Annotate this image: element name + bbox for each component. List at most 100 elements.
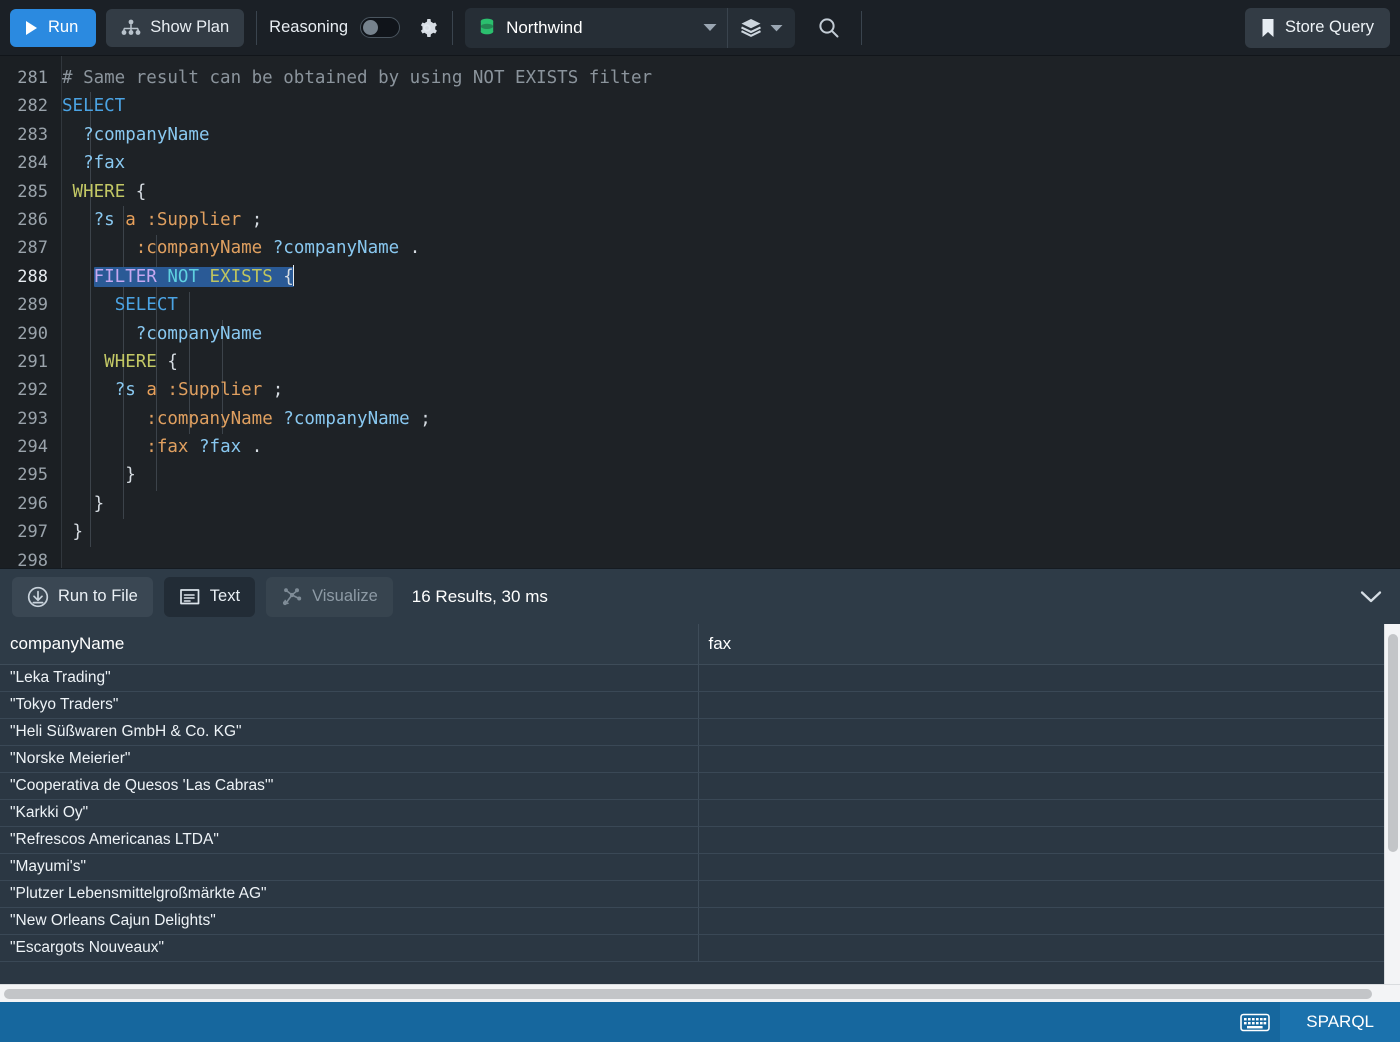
code-token: NOT bbox=[167, 266, 199, 287]
results-horizontal-scrollbar[interactable] bbox=[0, 984, 1400, 1002]
code-token: FILTER bbox=[93, 266, 157, 287]
code-area[interactable]: # Same result can be obtained by using N… bbox=[62, 56, 1400, 568]
table-cell[interactable] bbox=[698, 772, 1387, 800]
table-cell[interactable] bbox=[698, 718, 1387, 746]
text-view-tab[interactable]: Text bbox=[163, 576, 256, 617]
table-cell[interactable]: "Heli Süßwaren GmbH & Co. KG" bbox=[0, 718, 699, 746]
code-token: { bbox=[125, 181, 147, 202]
code-line[interactable]: :fax ?fax . bbox=[62, 433, 1400, 461]
results-horizontal-scrollbar-thumb[interactable] bbox=[4, 989, 1372, 999]
code-line[interactable]: :companyName ?companyName . bbox=[62, 234, 1400, 262]
code-token: WHERE bbox=[72, 181, 126, 202]
query-editor[interactable]: 281 282 283 284 285 286 287 288 289 290 291 292 293 2… bbox=[0, 56, 1400, 568]
table-cell[interactable] bbox=[698, 934, 1387, 962]
code-line[interactable]: } bbox=[62, 461, 1400, 489]
table-cell[interactable]: "Karkki Oy" bbox=[0, 799, 699, 827]
table-cell[interactable] bbox=[698, 907, 1387, 935]
table-column-header[interactable]: fax bbox=[698, 624, 1387, 665]
table-cell[interactable]: "Plutzer Lebensmittelgroßmärkte AG" bbox=[0, 880, 699, 908]
table-row[interactable]: "Karkki Oy" bbox=[0, 799, 1387, 827]
table-cell[interactable]: "Escargots Nouveaux" bbox=[0, 934, 699, 962]
table-cell[interactable]: "Cooperativa de Quesos 'Las Cabras'" bbox=[0, 772, 699, 800]
code-line[interactable]: # Same result can be obtained by using N… bbox=[62, 64, 1400, 92]
table-header-row: companyName fax bbox=[0, 624, 1387, 665]
line-number-gutter: 281 282 283 284 285 286 287 288 289 290 291 292 293 2… bbox=[0, 56, 62, 568]
table-cell[interactable] bbox=[698, 664, 1387, 692]
table-row[interactable]: "Leka Trading" bbox=[0, 664, 1387, 692]
code-token: } bbox=[62, 522, 84, 543]
collapse-results-button[interactable] bbox=[1354, 580, 1388, 614]
code-line[interactable]: } bbox=[62, 518, 1400, 546]
code-line[interactable]: ?fax bbox=[62, 149, 1400, 177]
table-cell[interactable]: "Mayumi's" bbox=[0, 853, 699, 881]
toolbar-divider-2 bbox=[452, 10, 454, 45]
line-number: 282 bbox=[17, 96, 48, 117]
virtual-keyboard-button[interactable] bbox=[1230, 1002, 1280, 1042]
show-plan-button[interactable]: Show Plan bbox=[106, 8, 245, 47]
code-line[interactable] bbox=[62, 547, 1400, 568]
table-cell[interactable]: "New Orleans Cajun Delights" bbox=[0, 907, 699, 935]
result-summary-label: 16 Results, 30 ms bbox=[411, 586, 548, 606]
language-mode-button[interactable]: SPARQL bbox=[1280, 1002, 1400, 1042]
table-cell[interactable] bbox=[698, 745, 1387, 773]
table-cell[interactable] bbox=[698, 799, 1387, 827]
run-button[interactable]: Run bbox=[10, 8, 97, 47]
reasoning-toggle[interactable] bbox=[360, 17, 401, 38]
table-cell[interactable]: "Refrescos Americanas LTDA" bbox=[0, 826, 699, 854]
table-cell[interactable]: "Tokyo Traders" bbox=[0, 691, 699, 719]
table-cell[interactable] bbox=[698, 880, 1387, 908]
text-view-tab-label: Text bbox=[209, 587, 241, 605]
text-cursor bbox=[292, 264, 295, 286]
chevron-down-icon bbox=[1360, 590, 1382, 604]
code-line[interactable]: FILTER NOT EXISTS { bbox=[62, 263, 1400, 291]
code-line[interactable]: :companyName ?companyName ; bbox=[62, 405, 1400, 433]
code-token: { bbox=[156, 351, 178, 372]
table-column-header[interactable]: companyName bbox=[0, 624, 699, 665]
table-cell[interactable] bbox=[698, 826, 1387, 854]
table-row[interactable]: "Norske Meierier" bbox=[0, 745, 1387, 773]
results-vertical-scrollbar[interactable] bbox=[1384, 624, 1400, 984]
table-cell[interactable]: "Leka Trading" bbox=[0, 664, 699, 692]
table-row[interactable]: "Tokyo Traders" bbox=[0, 691, 1387, 719]
code-line[interactable]: SELECT bbox=[62, 92, 1400, 120]
table-row[interactable]: "Mayumi's" bbox=[0, 853, 1387, 881]
database-select[interactable]: Northwind bbox=[465, 8, 727, 48]
code-line[interactable]: WHERE { bbox=[62, 348, 1400, 376]
code-line[interactable]: ?companyName bbox=[62, 121, 1400, 149]
code-line[interactable]: WHERE { bbox=[62, 178, 1400, 206]
database-name-label: Northwind bbox=[506, 17, 583, 37]
graph-layers-select[interactable] bbox=[728, 8, 795, 48]
results-vertical-scrollbar-thumb[interactable] bbox=[1388, 634, 1398, 852]
settings-button[interactable] bbox=[414, 15, 440, 41]
table-cell[interactable] bbox=[698, 691, 1387, 719]
code-line[interactable]: } bbox=[62, 490, 1400, 518]
table-row[interactable]: "Heli Süßwaren GmbH & Co. KG" bbox=[0, 718, 1387, 746]
table-row[interactable]: "Cooperativa de Quesos 'Las Cabras'" bbox=[0, 772, 1387, 800]
search-button[interactable] bbox=[809, 8, 849, 48]
table-row[interactable]: "Refrescos Americanas LTDA" bbox=[0, 826, 1387, 854]
table-row[interactable]: "New Orleans Cajun Delights" bbox=[0, 907, 1387, 935]
code-token: ?s bbox=[93, 209, 115, 230]
table-cell[interactable]: "Norske Meierier" bbox=[0, 745, 699, 773]
toolbar-divider-3 bbox=[861, 10, 863, 45]
code-token: :Supplier bbox=[146, 209, 242, 230]
table-row[interactable]: "Plutzer Lebensmittelgroßmärkte AG" bbox=[0, 880, 1387, 908]
visualize-view-tab[interactable]: Visualize bbox=[266, 576, 393, 617]
code-line[interactable]: SELECT bbox=[62, 291, 1400, 319]
table-cell[interactable] bbox=[698, 853, 1387, 881]
store-query-button[interactable]: Store Query bbox=[1245, 7, 1390, 48]
database-selector-group: Northwind bbox=[465, 7, 796, 48]
code-line[interactable]: ?s a :Supplier ; bbox=[62, 376, 1400, 404]
selection-highlight: FILTER NOT EXISTS { bbox=[93, 266, 294, 287]
code-token: ?fax bbox=[199, 437, 242, 458]
run-to-file-button[interactable]: Run to File bbox=[12, 576, 153, 617]
code-line[interactable]: ?s a :Supplier ; bbox=[62, 206, 1400, 234]
code-line[interactable]: ?companyName bbox=[62, 320, 1400, 348]
table-row[interactable]: "Escargots Nouveaux" bbox=[0, 934, 1387, 962]
